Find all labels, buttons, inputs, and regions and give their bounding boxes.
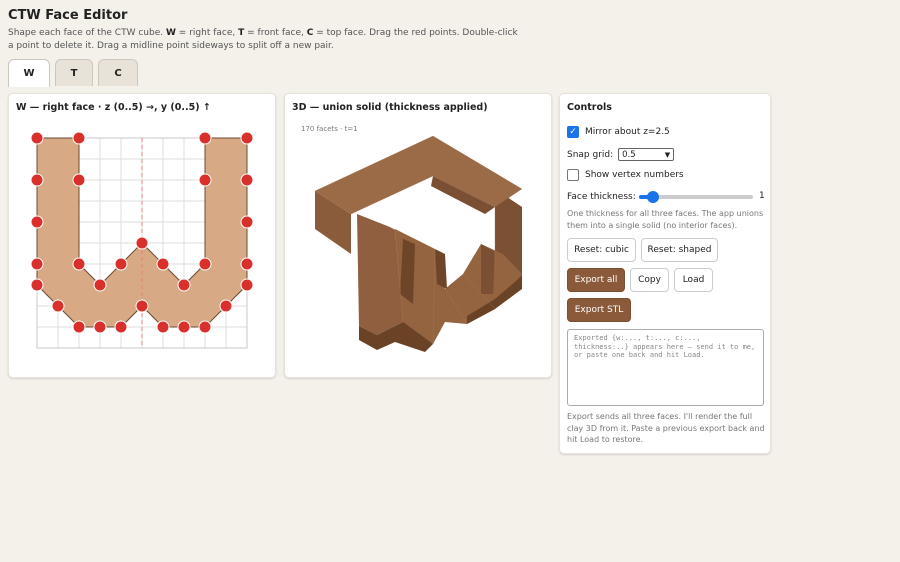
- control-point[interactable]: [93, 278, 107, 292]
- control-point[interactable]: [72, 320, 86, 334]
- tab-t[interactable]: T: [55, 59, 93, 86]
- control-point[interactable]: [198, 131, 212, 145]
- control-point[interactable]: [240, 215, 254, 229]
- snap-label: Snap grid:: [567, 149, 614, 160]
- mirror-checkbox[interactable]: ✓: [567, 126, 579, 138]
- desc-t-key: T: [238, 28, 245, 38]
- preview-3d-panel: 3D — union solid (thickness applied) 170…: [284, 93, 552, 378]
- thickness-slider-thumb[interactable]: [646, 191, 659, 203]
- chevron-down-icon: ▼: [664, 150, 671, 159]
- copy-button[interactable]: Copy: [630, 268, 669, 292]
- control-point[interactable]: [72, 257, 86, 271]
- control-point[interactable]: [30, 173, 44, 187]
- control-point[interactable]: [30, 257, 44, 271]
- app-title: CTW Face Editor: [8, 8, 128, 23]
- control-point[interactable]: [135, 236, 149, 250]
- control-point[interactable]: [72, 173, 86, 187]
- thickness-hint: One thickness for all three faces. The a…: [567, 209, 764, 230]
- reset-shaped-button[interactable]: Reset: shaped: [641, 238, 718, 262]
- control-point[interactable]: [240, 131, 254, 145]
- control-point[interactable]: [156, 257, 170, 271]
- mirror-row: ✓ Mirror about z=2.5: [567, 126, 670, 138]
- controls-title: Controls: [567, 102, 612, 113]
- control-point[interactable]: [30, 278, 44, 292]
- thickness-slider[interactable]: [639, 191, 753, 203]
- tab-c[interactable]: C: [98, 59, 138, 86]
- control-point[interactable]: [51, 299, 65, 313]
- control-point[interactable]: [114, 320, 128, 334]
- export-all-button[interactable]: Export all: [567, 268, 625, 292]
- vertex-label: Show vertex numbers: [585, 170, 684, 180]
- control-point[interactable]: [30, 215, 44, 229]
- face-tabs: W T C: [8, 59, 138, 87]
- control-point[interactable]: [93, 320, 107, 334]
- control-point[interactable]: [219, 299, 233, 313]
- face-editor-panel: W — right face · z (0..5) →, y (0..5) ↑: [8, 93, 276, 378]
- app-description: Shape each face of the CTW cube. W = rig…: [8, 27, 518, 53]
- vertex-numbers-checkbox[interactable]: [567, 169, 579, 181]
- control-point[interactable]: [240, 278, 254, 292]
- vertex-row: Show vertex numbers: [567, 169, 684, 181]
- reset-cubic-button[interactable]: Reset: cubic: [567, 238, 636, 262]
- control-point[interactable]: [177, 320, 191, 334]
- control-point[interactable]: [156, 320, 170, 334]
- desc-w-key: W: [165, 28, 176, 38]
- solid-shade-3: [481, 244, 495, 294]
- desc-w-text: = right face,: [178, 28, 236, 38]
- control-point[interactable]: [198, 257, 212, 271]
- face-editor-canvas[interactable]: [9, 94, 277, 379]
- control-point[interactable]: [198, 320, 212, 334]
- control-point[interactable]: [177, 278, 191, 292]
- control-point[interactable]: [72, 131, 86, 145]
- export-stl-button[interactable]: Export STL: [567, 298, 631, 322]
- snap-value: 0.5: [622, 149, 636, 160]
- control-point[interactable]: [114, 257, 128, 271]
- desc-intro: Shape each face of the CTW cube.: [8, 28, 164, 38]
- desc-t-text: = front face,: [247, 28, 304, 38]
- control-point[interactable]: [240, 257, 254, 271]
- thickness-row: Face thickness: 1: [567, 190, 767, 204]
- export-textarea[interactable]: Exported {w:..., t:..., c:..., thickness…: [567, 329, 764, 406]
- control-point[interactable]: [198, 173, 212, 187]
- desc-c-key: C: [306, 28, 314, 38]
- snap-row: Snap grid: 0.5 ▼: [567, 148, 675, 161]
- load-button[interactable]: Load: [674, 268, 713, 292]
- solid-3d-canvas[interactable]: [285, 94, 553, 379]
- snap-grid-select[interactable]: 0.5 ▼: [618, 148, 675, 161]
- thickness-value: 1: [759, 191, 765, 201]
- control-point[interactable]: [30, 131, 44, 145]
- tab-w[interactable]: W: [8, 59, 50, 87]
- mirror-label: Mirror about z=2.5: [585, 127, 670, 137]
- controls-panel: Controls ✓ Mirror about z=2.5 Snap grid:…: [559, 93, 771, 454]
- control-point[interactable]: [240, 173, 254, 187]
- control-point[interactable]: [135, 299, 149, 313]
- export-hint: Export sends all three faces. I'll rende…: [567, 412, 765, 444]
- thickness-label: Face thickness:: [567, 192, 636, 202]
